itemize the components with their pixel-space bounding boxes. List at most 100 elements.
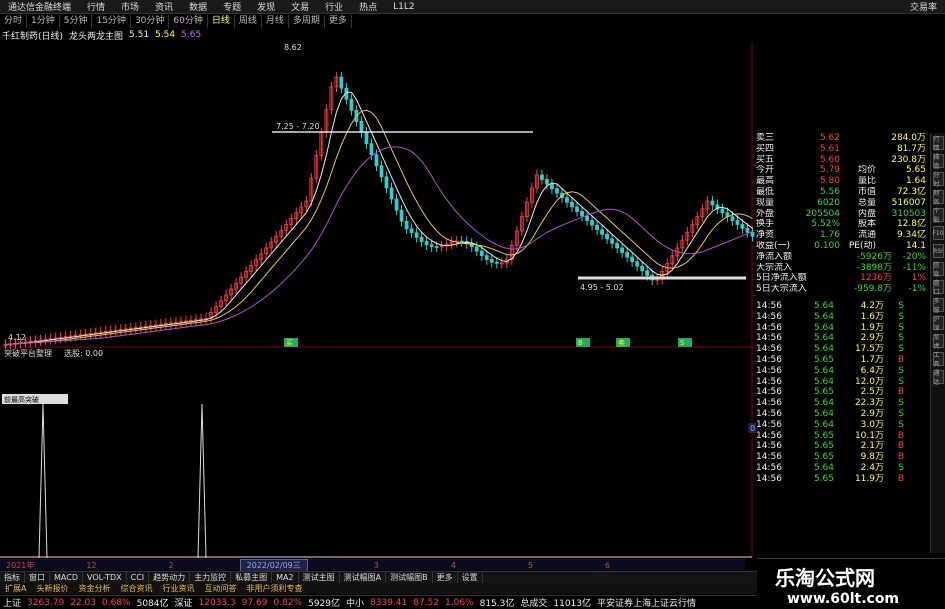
menu-item[interactable]: 资讯 [147, 0, 181, 13]
period-tab[interactable]: 5分钟 [60, 15, 93, 28]
menu-item[interactable]: 通达信金融终端 [0, 0, 79, 13]
menu-item[interactable]: 交易率 [902, 0, 945, 13]
info-tab[interactable]: 行业资讯 [157, 583, 199, 594]
info-tab[interactable]: 资金分析 [73, 583, 115, 594]
info-tab[interactable]: 互动问答 [199, 583, 241, 594]
indicator-tab[interactable]: 窗口 [25, 571, 50, 584]
signal-label: B [578, 339, 583, 347]
menu-bar: 通达信金融终端 行情 市场 资讯 数据 专题 发现 文易 行业 热点 L1L2 交易率 [0, 0, 945, 14]
period-tab[interactable]: 周线 [235, 15, 262, 28]
menu-item[interactable]: 市场 [113, 0, 147, 13]
quote-label: 股本 [857, 219, 876, 230]
sidebar-button[interactable]: 多窗 [932, 298, 944, 314]
tick-time: 14:56 [756, 300, 782, 311]
period-tab[interactable]: 60分钟 [169, 15, 208, 28]
period-tab[interactable]: 更多 [325, 15, 352, 28]
sidebar-button[interactable]: 操盘 [932, 154, 944, 170]
sidebar-button[interactable]: 信息 [932, 262, 944, 278]
menu-item[interactable]: 发现 [249, 0, 283, 13]
date-bar[interactable]: 2021年 12 2 2022/02/09三 3 4 5 6 [0, 558, 745, 572]
indicator-tab[interactable]: 设置 [458, 571, 483, 584]
sidebar-button[interactable]: 个股 [932, 208, 944, 224]
tick-price: 5.65 [813, 441, 834, 452]
tick-time: 14:56 [756, 354, 782, 365]
info-tab[interactable]: 非用户须利专查 [241, 583, 307, 594]
signal-label: S [680, 339, 685, 347]
sidebar-button[interactable]: RSI [932, 244, 944, 258]
candle-body [349, 98, 354, 111]
info-tab[interactable]: 头新报价 [31, 583, 73, 594]
high-label: 8.62 [284, 43, 302, 52]
period-tab[interactable]: 15分钟 [92, 15, 131, 28]
sidebar-button[interactable]: 分时 [932, 172, 944, 188]
indicator-tab[interactable]: 测试幅图A [340, 571, 387, 584]
info-tab[interactable]: 扩展A [0, 583, 31, 594]
period-tab[interactable]: 日线 [208, 15, 235, 28]
tick-time: 14:56 [756, 344, 782, 355]
kline-chart[interactable]: 7.006.756.506.256.005.755.505.255.004.75… [0, 42, 756, 558]
sidebar-button[interactable]: 盘口 [932, 280, 944, 296]
status-item: 5084亿 [136, 599, 169, 609]
sidebar-button[interactable]: 通达 [932, 370, 944, 386]
candle-body [479, 250, 484, 256]
right-sidebar: 行情操盘分时财务个股 F10 RSI 信息盘口多窗沪深龙虎工具通达 [930, 133, 945, 553]
indicator-tab[interactable]: CCI [127, 571, 150, 584]
sidebar-button[interactable]: 行情 [932, 136, 944, 152]
tick-side: S [898, 376, 904, 387]
quote-value: 5.65 [905, 165, 926, 176]
period-tab[interactable]: 月线 [262, 15, 289, 28]
quote-value: -959.8万 [853, 284, 892, 295]
quote-value: 516007 [891, 197, 926, 208]
menu-item[interactable]: 行情 [79, 0, 113, 13]
period-tab[interactable]: 多周期 [289, 15, 325, 28]
sidebar-button[interactable]: F10 [932, 226, 944, 240]
tick-side: S [898, 419, 904, 430]
quote-value: -1% [908, 284, 926, 295]
tick-price: 5.64 [813, 408, 834, 419]
indicator-tab[interactable]: 趋势动力 [149, 571, 191, 584]
quote-value: 14.1 [905, 240, 926, 251]
candle-body [555, 188, 559, 194]
menu-item[interactable]: 行业 [317, 0, 351, 13]
status-item: 上证 [3, 599, 22, 609]
info-tab[interactable]: 综合资讯 [115, 583, 157, 594]
sidebar-button[interactable]: 龙虎 [932, 334, 944, 350]
sidebar-button[interactable]: 工具 [932, 352, 944, 368]
indicator-tab[interactable]: MACD [50, 571, 83, 584]
tick-price: 5.64 [813, 300, 834, 311]
menu-item[interactable]: 热点 [351, 0, 385, 13]
tick-side: S [898, 344, 904, 355]
support-label: 4.95 - 5.02 [580, 283, 624, 292]
indicator-tab[interactable]: 测试幅图B [386, 571, 433, 584]
quote-row: 买五 5.60 230.8万 [756, 155, 930, 166]
indicator-tab[interactable]: 指标 [0, 571, 25, 584]
menu-item[interactable]: 专题 [215, 0, 249, 13]
indicator-tab[interactable]: 更多 [433, 571, 458, 584]
moving-average-line [5, 91, 753, 345]
period-tab[interactable]: 1分钟 [27, 15, 60, 28]
indicator-tab[interactable]: 私募主图 [231, 571, 273, 584]
menu-item[interactable]: L1L2 [385, 2, 422, 12]
period-tab[interactable]: 30分钟 [131, 15, 170, 28]
candle-body [364, 132, 369, 145]
tick-volume: 22.3万 [854, 398, 884, 409]
sidebar-button[interactable]: 沪深 [932, 316, 944, 332]
watermark-title: 乐淘公式网 [775, 566, 875, 590]
quote-label: 现量 [756, 197, 775, 208]
menu-item[interactable]: 文易 [283, 0, 317, 13]
signal-spike [197, 403, 207, 558]
candle-body [540, 174, 544, 180]
sidebar-button[interactable]: 财务 [932, 190, 944, 206]
status-item: 0.82% [273, 597, 303, 608]
candle-body [484, 255, 489, 260]
indicator-tab[interactable]: MA2 [272, 571, 299, 584]
indicator-tab[interactable]: 主力监控 [190, 571, 232, 584]
indicator-tab[interactable]: 测试主图 [299, 571, 340, 584]
quote-value: 1% [911, 273, 926, 284]
tick-time: 14:56 [756, 398, 782, 409]
tick-row: 14:56 5.64 4.2万 S [756, 301, 930, 312]
period-tab[interactable]: 分时 [0, 15, 28, 28]
indicator-tab[interactable]: VOL-TDX [83, 571, 127, 584]
ma-value-1: 5.51 [129, 30, 150, 40]
menu-item[interactable]: 数据 [181, 0, 215, 13]
